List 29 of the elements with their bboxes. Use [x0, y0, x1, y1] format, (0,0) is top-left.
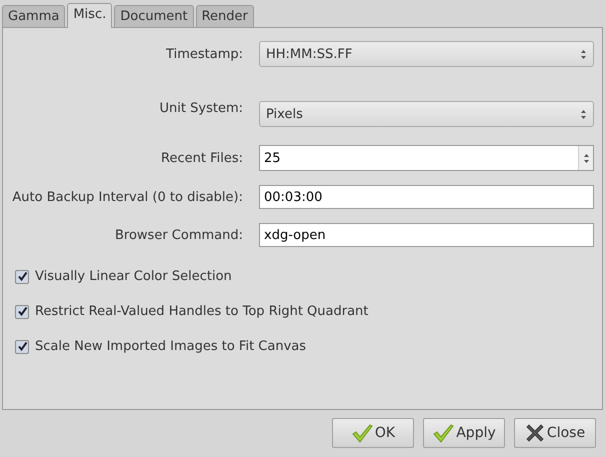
- tab[interactable]: Document: [114, 5, 194, 27]
- tab[interactable]: Gamma: [2, 5, 66, 27]
- field-label: Auto Backup Interval (0 to disable):: [11, 190, 243, 204]
- tab[interactable]: Misc.: [67, 3, 112, 28]
- input-field[interactable]: 00:03:00: [259, 185, 594, 209]
- checkmark-icon: [432, 423, 454, 443]
- checkbox[interactable]: [15, 304, 29, 318]
- close-icon: [524, 423, 545, 443]
- checkbox-label: Restrict Real-Valued Handles to Top Right Quadrant: [35, 304, 368, 319]
- field-label: Recent Files:: [160, 150, 243, 166]
- checkmark-icon: [350, 423, 373, 443]
- dropdown[interactable]: HH:MM:SS.FF: [259, 41, 594, 67]
- field-label: Browser Command:: [114, 228, 243, 242]
- spin-box[interactable]: 25: [259, 145, 594, 171]
- tab[interactable]: Render: [196, 5, 254, 27]
- spin-arrows-icon: [578, 146, 593, 170]
- dialog-button[interactable]: Apply: [423, 418, 505, 448]
- spin-arrows-icon: [580, 108, 587, 120]
- spin-arrows-icon: [580, 48, 587, 60]
- checkbox-label: Scale New Imported Images to Fit Canvas: [35, 339, 306, 354]
- dialog-button[interactable]: Close: [514, 418, 596, 448]
- checkbox[interactable]: [15, 270, 29, 284]
- dialog-button[interactable]: OK: [332, 418, 414, 448]
- field-label: Unit System:: [158, 100, 243, 116]
- field-label: Timestamp:: [165, 46, 243, 62]
- dropdown[interactable]: Pixels: [259, 101, 594, 127]
- input-field[interactable]: xdg-open: [259, 223, 594, 247]
- checkbox-label: Visually Linear Color Selection: [35, 269, 232, 284]
- checkbox[interactable]: [15, 340, 29, 354]
